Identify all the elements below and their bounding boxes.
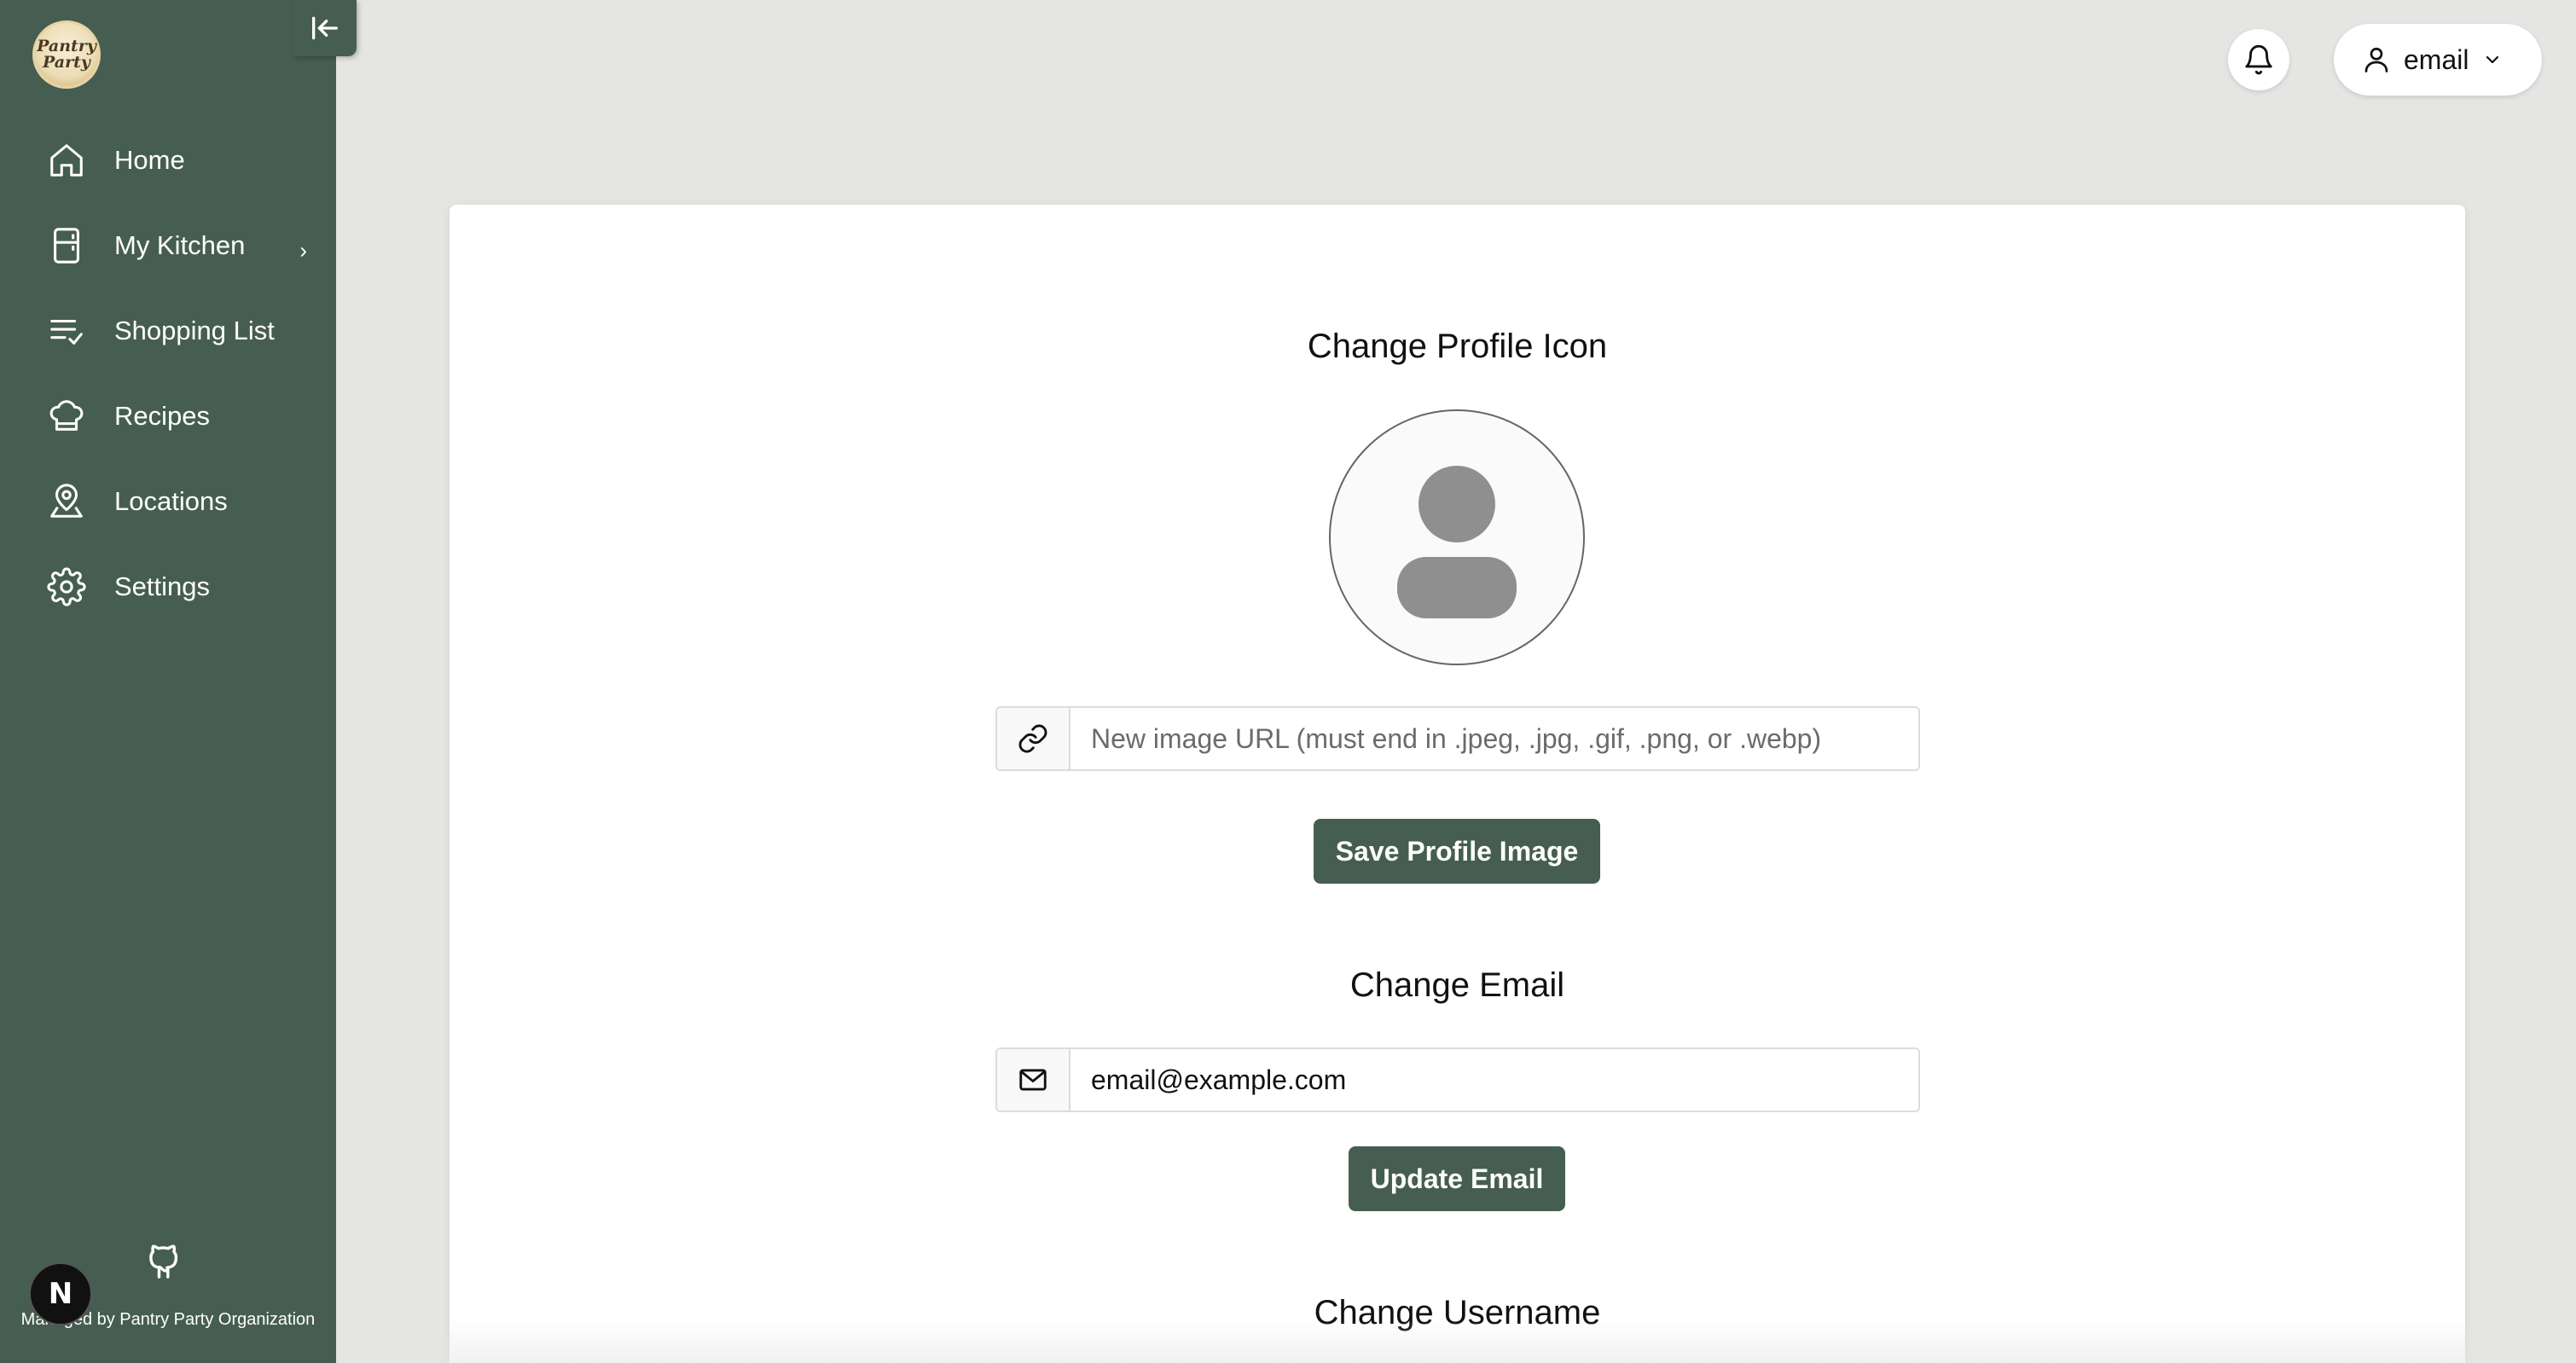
chevron-down-icon xyxy=(2486,55,2499,64)
update-email-button[interactable]: Update Email xyxy=(1349,1146,1565,1211)
sidebar-item-settings[interactable]: Settings xyxy=(0,544,336,629)
user-menu-button[interactable]: email xyxy=(2334,24,2542,96)
email-input-group xyxy=(995,1047,1920,1112)
collapse-left-icon xyxy=(312,16,338,40)
nextjs-dev-badge[interactable]: N xyxy=(29,1262,92,1325)
email-addon xyxy=(997,1049,1070,1111)
change-email-title: Change Email xyxy=(1349,966,1565,1004)
app-root: Pantry Party Home My Kitchen › Shopping … xyxy=(0,0,2576,1363)
collapse-sidebar-button[interactable] xyxy=(293,0,357,56)
user-icon xyxy=(2364,47,2388,72)
sidebar-item-shopping-list[interactable]: Shopping List xyxy=(0,288,336,374)
profile-avatar xyxy=(1329,409,1585,665)
logo-text-line2: Party xyxy=(43,53,90,72)
change-username-title: Change Username xyxy=(1314,1294,1601,1331)
email-field[interactable] xyxy=(1070,1049,1918,1111)
location-user-icon xyxy=(46,481,87,522)
sidebar-item-home[interactable]: Home xyxy=(0,118,336,203)
gear-icon xyxy=(46,566,87,607)
image-url-addon xyxy=(997,708,1070,769)
sidebar-item-label: My Kitchen xyxy=(114,230,246,260)
sidebar-nav: Home My Kitchen › Shopping List Recipes … xyxy=(0,118,336,629)
account-settings-card: Change Profile Icon Save Profile Image C… xyxy=(450,205,2465,1363)
sidebar-item-label: Shopping List xyxy=(114,316,275,345)
sidebar-item-label: Settings xyxy=(114,571,211,601)
user-menu-label: email xyxy=(2404,44,2469,75)
save-profile-image-button[interactable]: Save Profile Image xyxy=(1314,819,1600,884)
image-url-input-group xyxy=(995,706,1920,771)
sidebar-item-label: Recipes xyxy=(114,401,210,431)
sidebar-item-my-kitchen[interactable]: My Kitchen › xyxy=(0,203,336,288)
default-avatar-icon xyxy=(1397,466,1517,618)
notifications-button[interactable] xyxy=(2228,29,2289,90)
list-check-icon xyxy=(46,310,87,351)
chef-hat-icon xyxy=(46,396,87,437)
sidebar: Pantry Party Home My Kitchen › Shopping … xyxy=(0,0,357,1363)
sidebar-item-recipes[interactable]: Recipes xyxy=(0,374,336,459)
pantry-party-logo[interactable]: Pantry Party xyxy=(32,20,101,89)
sidebar-item-label: Locations xyxy=(114,486,228,516)
mail-icon xyxy=(1019,1069,1047,1091)
sidebar-item-label: Home xyxy=(114,145,185,175)
chevron-right-icon: › xyxy=(299,237,307,264)
sidebar-item-locations[interactable]: Locations xyxy=(0,459,336,544)
link-icon xyxy=(1018,724,1047,753)
bell-icon xyxy=(2245,44,2272,75)
change-profile-icon-title: Change Profile Icon xyxy=(1307,328,1608,365)
github-icon[interactable] xyxy=(145,1237,184,1285)
home-icon xyxy=(46,140,87,181)
image-url-input[interactable] xyxy=(1070,708,1918,769)
fridge-icon xyxy=(46,225,87,266)
